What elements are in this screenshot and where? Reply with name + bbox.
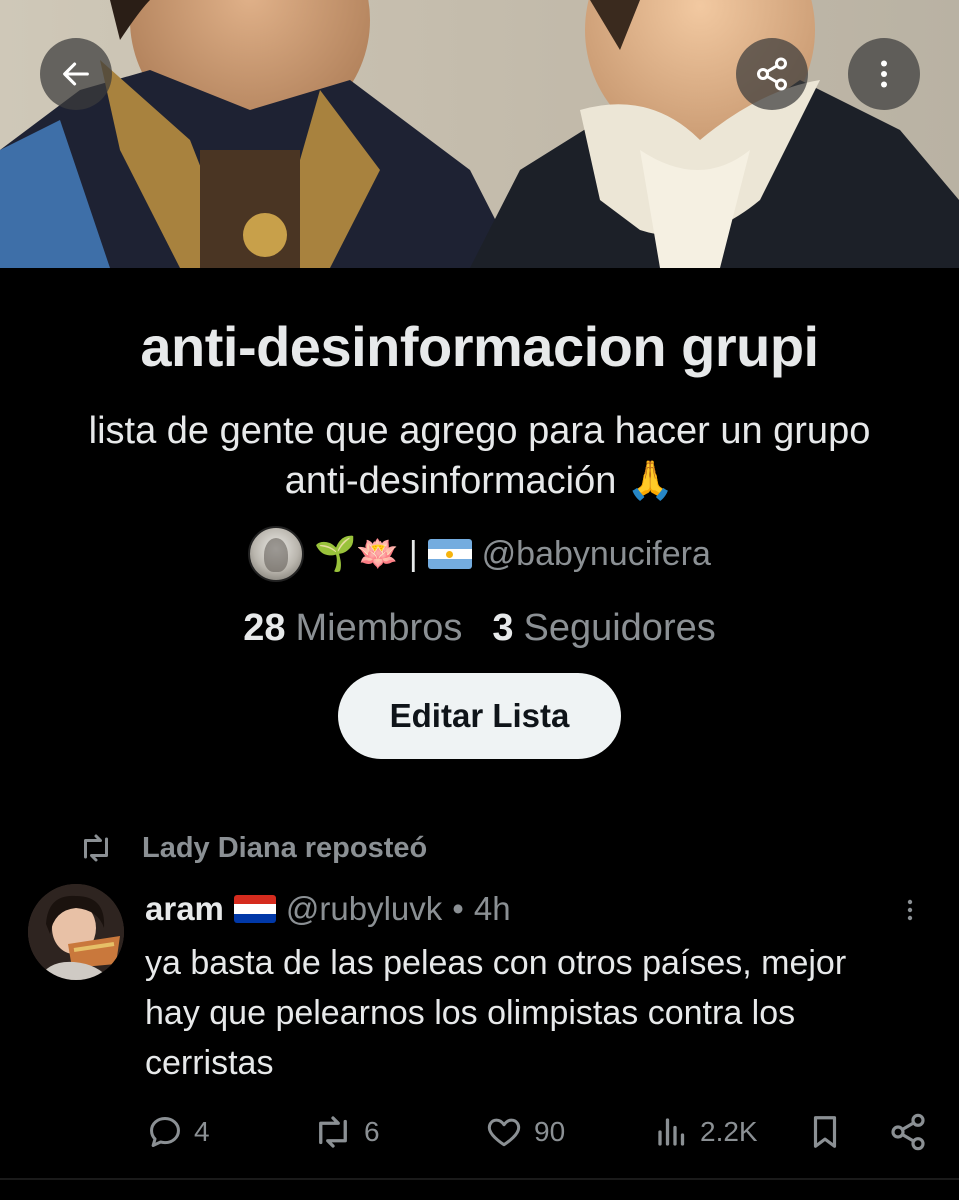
repost-indicator: Lady Diana reposteó xyxy=(78,826,427,870)
owner-separator: | xyxy=(408,534,418,573)
owner-emojis: 🌱🪷 xyxy=(314,535,399,573)
tweet-share-button[interactable] xyxy=(888,1104,928,1160)
reply-count: 4 xyxy=(194,1116,210,1147)
tweet-text: ya basta de las peleas con otros países,… xyxy=(145,944,847,1082)
more-vertical-icon xyxy=(881,60,887,88)
more-vertical-icon xyxy=(907,899,913,921)
tweet-more-button[interactable] xyxy=(888,890,932,930)
list-banner-image xyxy=(0,0,959,268)
tweet-separator: • xyxy=(452,890,464,927)
divider xyxy=(0,1178,959,1180)
list-stats: 28 Miembros 3 Seguidores xyxy=(0,602,959,654)
members-label: Miembros xyxy=(295,606,463,649)
repost-icon xyxy=(319,1116,347,1148)
like-button[interactable]: 90 xyxy=(484,1104,565,1160)
list-owner[interactable]: 🌱🪷 | @babynucifera xyxy=(0,526,959,582)
views-icon xyxy=(658,1118,685,1146)
owner-avatar[interactable] xyxy=(248,526,305,582)
owner-display-name: 🌱🪷 | xyxy=(314,534,472,574)
views-button[interactable]: 2.2K xyxy=(654,1104,758,1160)
repost-label[interactable]: Lady Diana reposteó xyxy=(142,832,427,865)
like-count: 90 xyxy=(534,1116,566,1147)
paraguay-flag-icon xyxy=(233,895,276,923)
list-title: anti-desinformacion grupi xyxy=(140,315,819,378)
share-icon xyxy=(757,57,787,91)
edit-list-button[interactable]: Editar Lista xyxy=(338,673,621,759)
repost-button[interactable]: 6 xyxy=(312,1104,380,1160)
back-button[interactable] xyxy=(40,38,112,110)
tweet-timestamp[interactable]: 4h xyxy=(474,890,511,928)
tweet-actions: 4 6 90 2.2K xyxy=(0,1104,959,1160)
tweet-author-name[interactable]: aram xyxy=(145,890,224,928)
tweet-author-handle[interactable]: @rubyluvk xyxy=(286,890,442,928)
bookmark-button[interactable] xyxy=(806,1104,844,1160)
share-list-button[interactable] xyxy=(736,38,808,110)
tweet-header: aram @rubyluvk • 4h xyxy=(145,886,511,932)
repost-icon xyxy=(84,834,108,862)
members-stat[interactable]: 28 Miembros xyxy=(243,607,462,650)
followers-label: Seguidores xyxy=(523,606,716,649)
heart-icon xyxy=(487,1118,521,1147)
tweet-author-avatar[interactable] xyxy=(28,884,124,980)
members-count: 28 xyxy=(243,606,286,649)
arrow-left-icon xyxy=(63,62,89,86)
reply-icon xyxy=(150,1117,180,1147)
share-icon xyxy=(891,1113,925,1151)
followers-count: 3 xyxy=(492,606,514,649)
followers-stat[interactable]: 3 Seguidores xyxy=(492,607,715,650)
views-count: 2.2K xyxy=(700,1116,758,1147)
list-description: lista de gente que agrego para hacer un … xyxy=(88,410,871,502)
argentina-flag-icon xyxy=(427,539,472,569)
reply-button[interactable]: 4 xyxy=(146,1104,210,1160)
bookmark-icon xyxy=(813,1116,837,1148)
more-options-button[interactable] xyxy=(848,38,920,110)
repost-count: 6 xyxy=(364,1116,380,1147)
owner-handle[interactable]: @babynucifera xyxy=(482,535,711,574)
